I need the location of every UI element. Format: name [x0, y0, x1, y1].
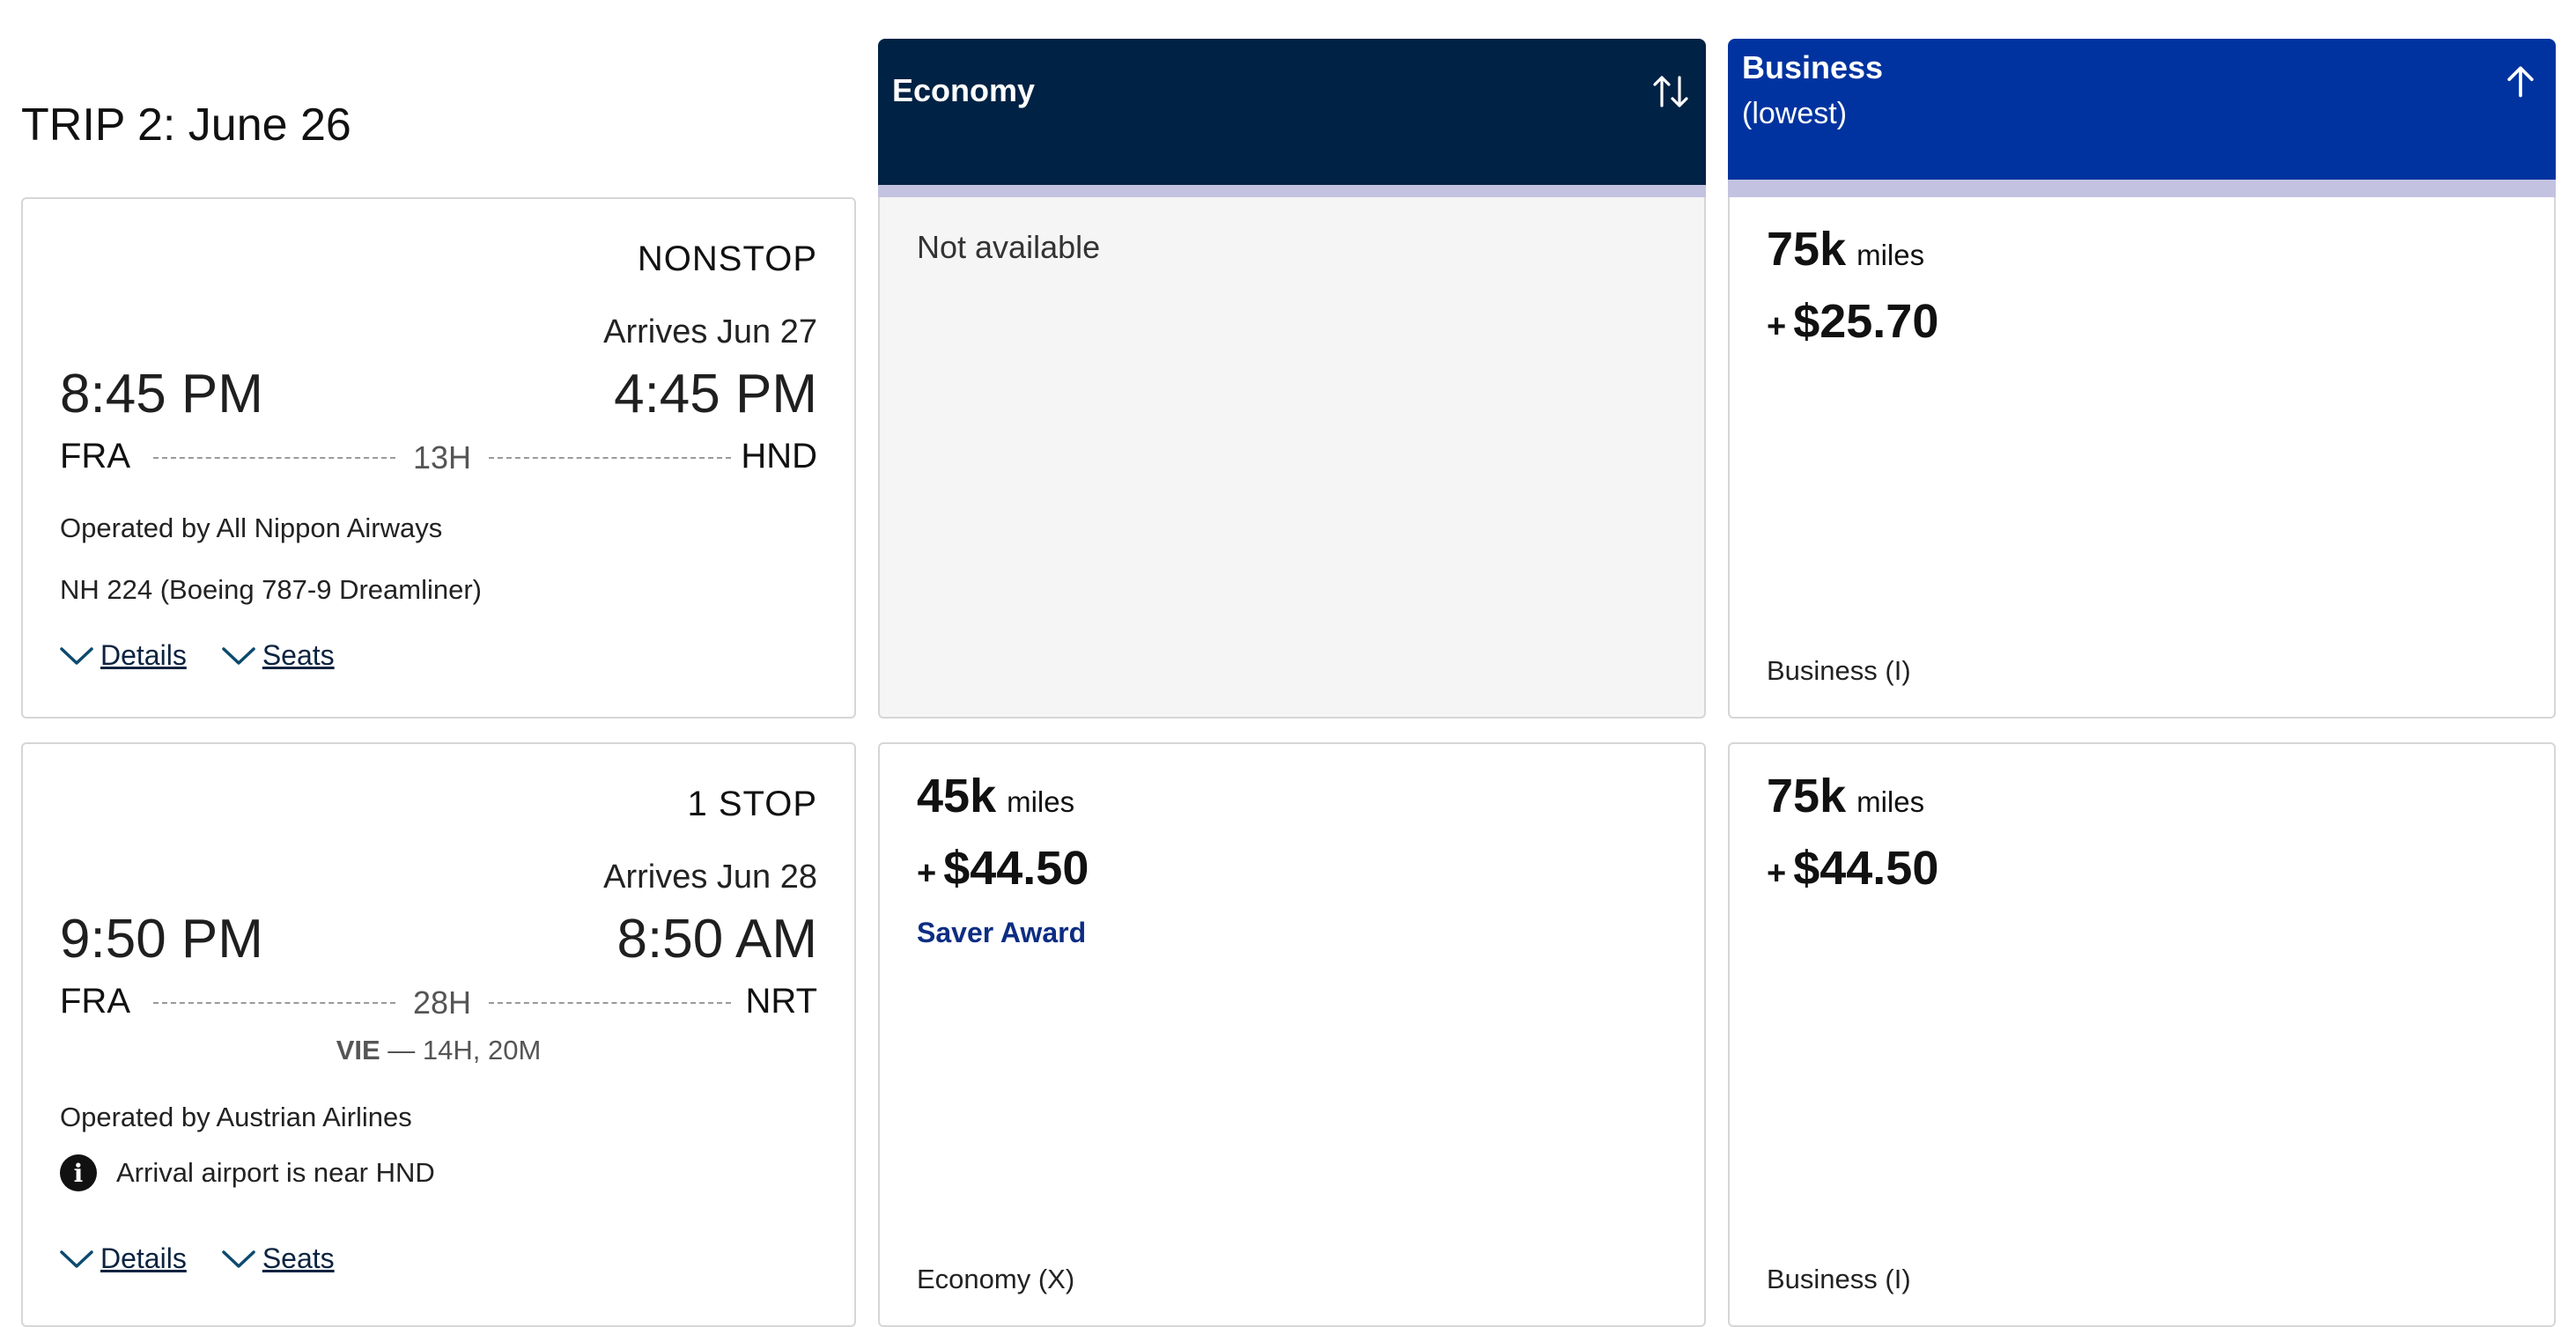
origin-airport: FRA	[60, 437, 130, 476]
trip-title: TRIP 2: June 26	[21, 100, 351, 151]
airport-notice: i Arrival airport is near HND	[60, 1154, 435, 1191]
business-header-label: Business	[1742, 49, 1884, 85]
economy-header-label: Economy	[892, 72, 1036, 108]
destination-airport: NRT	[745, 982, 817, 1021]
seats-label: Seats	[262, 639, 335, 671]
flight-number: NH 224 (Boeing 787-9 Dreamliner)	[60, 574, 483, 605]
arrival-time: 8:50 AM	[616, 909, 817, 969]
seats-label: Seats	[262, 1242, 335, 1274]
fee-amount: $44.50	[943, 842, 1089, 895]
layover-airport: VIE	[336, 1035, 380, 1065]
fee-price: + $44.50	[1767, 841, 1938, 896]
flight-duration: 28H	[412, 984, 472, 1021]
operator-text: Operated by Austrian Airlines	[60, 1102, 412, 1132]
fee-plus: +	[917, 855, 937, 892]
miles-price: 75k miles	[1767, 222, 1924, 276]
arrival-time: 4:45 PM	[614, 364, 817, 424]
miles-price: 45k miles	[917, 769, 1074, 823]
chevron-down-icon	[222, 646, 255, 665]
economy-header-band	[878, 185, 1706, 197]
miles-amount: 45k	[917, 770, 997, 822]
fare-cell-economy-unavailable: Not available	[878, 197, 1706, 719]
layover-time: 14H, 20M	[422, 1035, 542, 1065]
details-link[interactable]: Details	[60, 639, 187, 672]
miles-price: 75k miles	[1767, 769, 1924, 823]
fare-class: Economy (X)	[917, 1264, 1075, 1294]
details-link[interactable]: Details	[60, 1242, 187, 1275]
flight-card-nonstop[interactable]: NONSTOP Arrives Jun 27 8:45 PM 4:45 PM F…	[21, 197, 856, 719]
details-label: Details	[100, 639, 187, 671]
miles-unit: miles	[1856, 785, 1925, 818]
fee-plus: +	[1767, 308, 1787, 345]
layover-info: VIE — 14H, 20M	[23, 1035, 854, 1066]
business-column-header[interactable]: Business (lowest)	[1728, 39, 2556, 201]
flight-card-one-stop[interactable]: 1 STOP Arrives Jun 28 9:50 PM 8:50 AM FR…	[21, 742, 856, 1327]
flight-links: Details Seats	[60, 639, 335, 672]
info-icon: i	[60, 1154, 97, 1191]
notice-text: Arrival airport is near HND	[116, 1157, 435, 1188]
departure-time: 8:45 PM	[60, 364, 263, 424]
departure-time: 9:50 PM	[60, 909, 263, 969]
saver-award-tag: Saver Award	[917, 917, 1087, 948]
fee-amount: $25.70	[1793, 295, 1939, 348]
operator-text: Operated by All Nippon Airways	[60, 512, 443, 543]
arrival-date: Arrives Jun 27	[603, 313, 817, 350]
chevron-down-icon	[60, 646, 93, 665]
fee-plus: +	[1767, 855, 1787, 892]
sort-both-icon[interactable]	[1646, 67, 1695, 116]
miles-unit: miles	[1007, 785, 1075, 818]
arrival-date: Arrives Jun 28	[603, 859, 817, 896]
miles-amount: 75k	[1767, 770, 1847, 822]
chevron-down-icon	[222, 1250, 255, 1268]
miles-unit: miles	[1856, 239, 1925, 271]
route-line: 28H	[153, 982, 732, 1024]
fare-class: Business (I)	[1767, 655, 1911, 686]
flight-duration: 13H	[412, 439, 472, 476]
not-available-text: Not available	[917, 229, 1101, 265]
seats-link[interactable]: Seats	[222, 639, 335, 672]
origin-airport: FRA	[60, 982, 130, 1021]
fare-cell-business[interactable]: 75k miles + $44.50 Business (I)	[1728, 742, 2556, 1327]
miles-amount: 75k	[1767, 223, 1847, 276]
fee-price: + $25.70	[1767, 294, 1938, 349]
destination-airport: HND	[741, 437, 817, 476]
route-line: 13H	[153, 437, 732, 479]
stops-label: NONSTOP	[637, 240, 817, 278]
arrow-up-icon[interactable]	[2496, 56, 2545, 106]
fare-cell-business[interactable]: 75k miles + $25.70 Business (I)	[1728, 197, 2556, 719]
fee-price: + $44.50	[917, 841, 1089, 896]
fare-class: Business (I)	[1767, 1264, 1911, 1294]
stops-label: 1 STOP	[687, 785, 817, 823]
chevron-down-icon	[60, 1250, 93, 1268]
seats-link[interactable]: Seats	[222, 1242, 335, 1275]
fare-cell-economy[interactable]: 45k miles + $44.50 Saver Award Economy (…	[878, 742, 1706, 1327]
layover-separator: —	[388, 1035, 416, 1065]
economy-column-header[interactable]: Economy	[878, 39, 1706, 197]
details-label: Details	[100, 1242, 187, 1274]
flight-links: Details Seats	[60, 1242, 335, 1275]
fee-amount: $44.50	[1793, 842, 1939, 895]
business-header-sublabel: (lowest)	[1742, 97, 1848, 130]
